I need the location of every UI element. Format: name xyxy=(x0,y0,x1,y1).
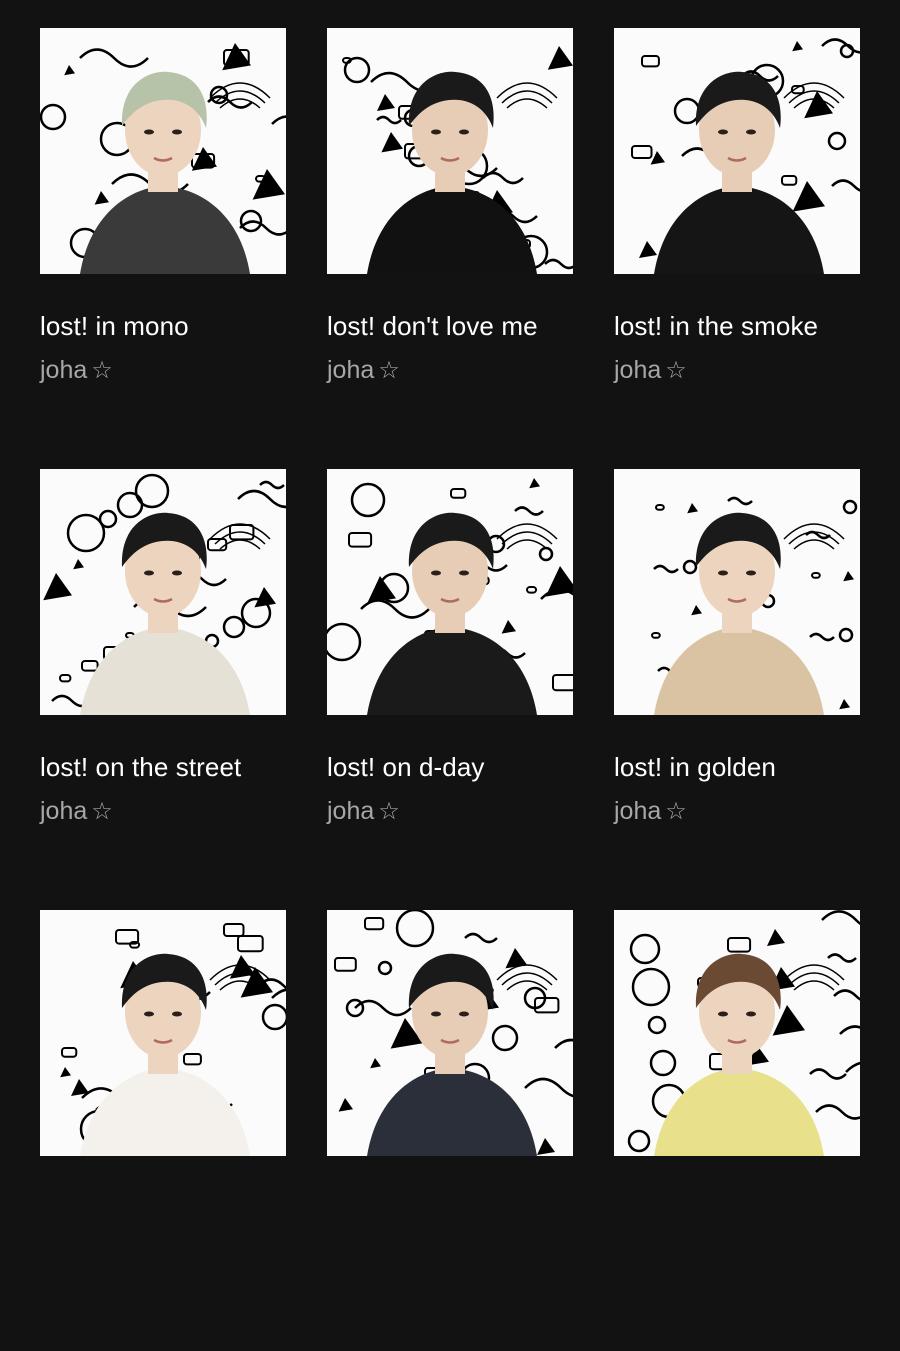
playlist-card[interactable]: lost! in the smoke joha ☆ xyxy=(614,28,860,469)
playlist-cover-image[interactable] xyxy=(327,28,573,274)
playlist-title[interactable]: lost! on d-day xyxy=(327,751,573,783)
playlist-owner[interactable]: joha ☆ xyxy=(40,355,286,386)
playlist-owner[interactable]: joha ☆ xyxy=(327,796,573,827)
star-icon: ☆ xyxy=(378,357,400,384)
playlist-cover-image[interactable] xyxy=(614,469,860,715)
playlist-cover-image[interactable] xyxy=(327,469,573,715)
playlist-owner[interactable]: joha ☆ xyxy=(614,796,860,827)
playlist-title[interactable]: lost! in golden xyxy=(614,751,860,783)
playlist-owner[interactable] xyxy=(40,1192,286,1223)
owner-name: joha xyxy=(327,356,375,384)
owner-name: joha xyxy=(327,797,375,825)
star-icon: ☆ xyxy=(665,798,687,825)
star-icon: ☆ xyxy=(91,357,113,384)
star-icon: ☆ xyxy=(378,798,400,825)
owner-name: joha xyxy=(40,356,88,384)
playlist-cover-image[interactable] xyxy=(614,28,860,274)
playlist-grid: lost! in mono joha ☆ lost! don't love me jo… xyxy=(40,28,860,1351)
playlist-title[interactable]: lost! don't love me xyxy=(327,310,573,342)
playlist-card[interactable]: lost! on d-day joha ☆ xyxy=(327,469,573,910)
star-icon: ☆ xyxy=(665,357,687,384)
playlist-cover-image[interactable] xyxy=(40,469,286,715)
playlist-cover-image[interactable] xyxy=(40,910,286,1156)
playlist-card[interactable] xyxy=(40,910,286,1351)
playlist-card[interactable]: lost! don't love me joha ☆ xyxy=(327,28,573,469)
playlist-cover-image[interactable] xyxy=(327,910,573,1156)
playlist-cover-image[interactable] xyxy=(614,910,860,1156)
owner-name: joha xyxy=(614,797,662,825)
playlist-title[interactable]: lost! in the smoke xyxy=(614,310,860,342)
playlist-title[interactable]: lost! in mono xyxy=(40,310,286,342)
owner-name: joha xyxy=(614,356,662,384)
playlist-owner[interactable]: joha ☆ xyxy=(614,355,860,386)
owner-name: joha xyxy=(40,797,88,825)
playlist-card[interactable] xyxy=(614,910,860,1351)
playlist-card[interactable]: lost! in golden joha ☆ xyxy=(614,469,860,910)
playlist-owner[interactable]: joha ☆ xyxy=(40,796,286,827)
playlist-owner[interactable]: joha ☆ xyxy=(327,355,573,386)
playlist-cover-image[interactable] xyxy=(40,28,286,274)
playlist-card[interactable] xyxy=(327,910,573,1351)
star-icon: ☆ xyxy=(91,798,113,825)
playlist-card[interactable]: lost! on the street joha ☆ xyxy=(40,469,286,910)
playlist-owner[interactable] xyxy=(327,1192,573,1223)
playlist-title[interactable]: lost! on the street xyxy=(40,751,286,783)
playlist-card[interactable]: lost! in mono joha ☆ xyxy=(40,28,286,469)
playlist-owner[interactable] xyxy=(614,1192,860,1223)
